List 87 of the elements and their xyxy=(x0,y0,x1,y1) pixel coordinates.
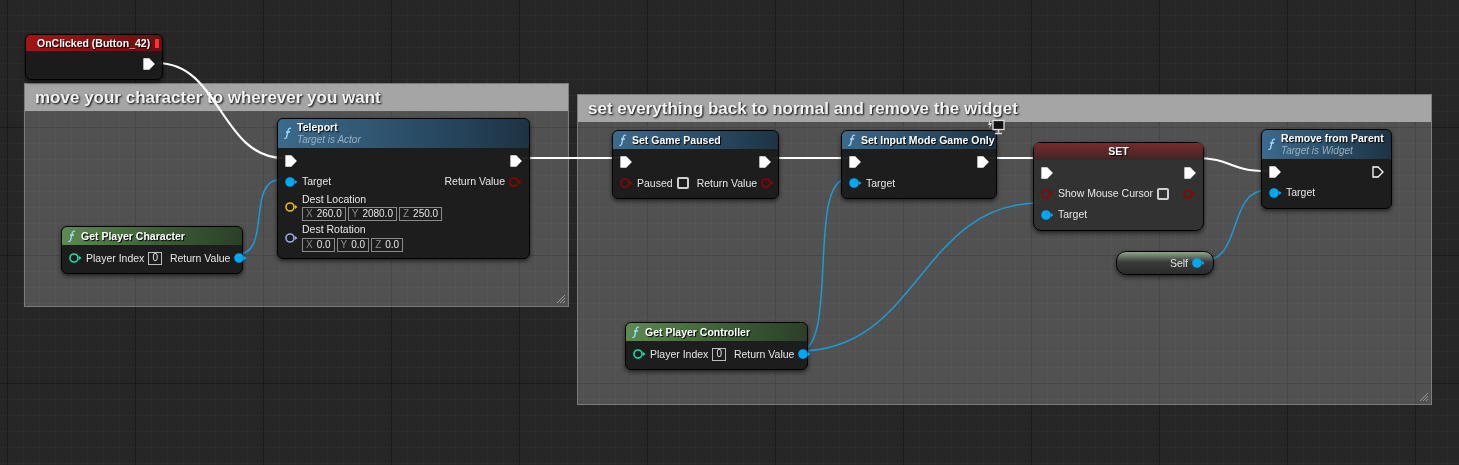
axis-label: Y xyxy=(340,239,348,250)
data-pin-icon[interactable] xyxy=(1041,209,1054,220)
data-pin-icon[interactable] xyxy=(69,253,82,263)
pin-label: Player Index xyxy=(650,348,709,360)
checkbox[interactable] xyxy=(676,177,689,189)
node-subtitle: Target is Actor xyxy=(297,134,361,145)
node-title: OnClicked (Button_42) xyxy=(37,37,151,49)
node-title: Set Game Paused xyxy=(632,134,721,146)
function-icon xyxy=(68,230,76,242)
number-value: 250.0 xyxy=(413,209,439,219)
function-icon xyxy=(848,134,856,146)
self-node[interactable]: Self xyxy=(1116,251,1214,275)
data-pin-icon[interactable] xyxy=(285,176,298,187)
data-pin-icon[interactable] xyxy=(285,232,298,243)
pin-label: Return Value xyxy=(444,176,505,187)
data-pin-icon[interactable] xyxy=(1269,187,1282,198)
node-card[interactable]: Set Input Mode Game Only Target xyxy=(841,130,997,199)
number-field[interactable]: X 260.0 xyxy=(302,207,346,221)
node-title: Set Input Mode Game Only xyxy=(861,134,995,146)
resize-grip-icon[interactable] xyxy=(556,294,566,304)
number-field[interactable]: 0 xyxy=(712,347,726,361)
pin-label: Target xyxy=(866,177,896,189)
node-title: Remove from Parent xyxy=(1281,133,1384,144)
exec-pin-icon[interactable] xyxy=(849,156,861,168)
number-value: 0.0 xyxy=(385,239,400,250)
exec-pin-icon[interactable] xyxy=(759,156,771,168)
pin-label: Return Value xyxy=(169,252,231,264)
axis-label: Z xyxy=(402,209,410,219)
exec-pin-icon[interactable] xyxy=(1041,166,1053,179)
axis-label: Y xyxy=(351,209,359,219)
exec-pin-icon[interactable] xyxy=(143,58,155,70)
pin-label: Show Mouse Cursor xyxy=(1058,188,1154,199)
pin-label: Target xyxy=(1286,187,1316,198)
pin-label: Dest Rotation xyxy=(302,224,367,235)
pin-label: Paused xyxy=(637,177,673,189)
axis-label: Z xyxy=(375,239,382,250)
node-title: Get Player Character xyxy=(81,230,185,242)
exec-pin-icon[interactable] xyxy=(1372,165,1384,178)
function-icon xyxy=(284,127,292,140)
number-value: 260.0 xyxy=(316,209,342,219)
number-field[interactable]: Z 250.0 xyxy=(398,207,443,221)
exec-pin-icon[interactable] xyxy=(1269,165,1281,178)
exec-pin-icon[interactable] xyxy=(620,156,632,168)
data-pin-icon[interactable] xyxy=(633,349,646,359)
data-pin-icon[interactable] xyxy=(849,178,862,188)
pin-label: Self xyxy=(1169,257,1188,269)
pin-label: Player Index xyxy=(86,252,145,264)
node-card[interactable]: Set Game Paused Paused Return Value xyxy=(612,130,779,199)
axis-label: X xyxy=(306,209,313,219)
pin-label: Return Value xyxy=(696,177,758,189)
exec-pin-icon[interactable] xyxy=(977,156,989,168)
checkbox[interactable] xyxy=(1157,187,1170,200)
node-card[interactable]: SET Show Mouse Cursor Target xyxy=(1033,142,1204,231)
number-value: 2080.0 xyxy=(362,209,393,219)
pin-label: Dest Location xyxy=(302,193,368,204)
pin-label: Target xyxy=(302,176,332,187)
node-card[interactable]: Teleport Target is Actor Target Return Value Dest Location X 260.0 Y 2080.0 Z 250.0 Dest Rotation X 0.0 Y 0.0 Z 0.0 xyxy=(277,118,530,259)
function-icon xyxy=(632,326,640,338)
resize-grip-icon[interactable] xyxy=(1419,392,1429,402)
data-pin-icon[interactable] xyxy=(234,253,248,263)
node-card[interactable]: Get Player Controller Player Index 0 Return Value xyxy=(625,322,808,370)
function-icon xyxy=(619,134,627,146)
node-title: SET xyxy=(1108,146,1129,157)
number-field[interactable]: Y 2080.0 xyxy=(347,207,397,221)
node-title: Teleport xyxy=(297,122,339,133)
data-pin-icon[interactable] xyxy=(285,202,298,213)
function-icon xyxy=(1268,138,1276,151)
node-subtitle: Target is Widget xyxy=(1281,145,1354,156)
exec-pin-icon[interactable] xyxy=(285,154,297,167)
node-card[interactable]: Remove from Parent Target is Widget Target xyxy=(1261,129,1392,209)
comment-title: set everything back to normal and remove the widget xyxy=(588,97,1018,120)
number-field[interactable]: X 0.0 xyxy=(302,237,335,252)
pin-label: Target xyxy=(1058,209,1088,220)
number-field[interactable]: 0 xyxy=(148,251,162,265)
pin-label: Return Value xyxy=(733,348,795,360)
number-field[interactable]: Y 0.0 xyxy=(336,237,370,252)
axis-label: X xyxy=(306,239,313,250)
node-card[interactable]: OnClicked (Button_42) xyxy=(25,34,163,80)
number-value: 0.0 xyxy=(351,239,366,250)
exec-pin-icon[interactable] xyxy=(1184,166,1196,179)
exec-pin-icon[interactable] xyxy=(510,154,522,167)
delegate-pin-icon[interactable] xyxy=(155,38,160,48)
data-pin-icon[interactable] xyxy=(1192,258,1205,268)
node-title: Get Player Controller xyxy=(645,326,751,338)
number-field[interactable]: Z 0.0 xyxy=(371,237,404,252)
data-pin-icon[interactable] xyxy=(798,349,812,359)
number-value: 0.0 xyxy=(316,239,331,250)
